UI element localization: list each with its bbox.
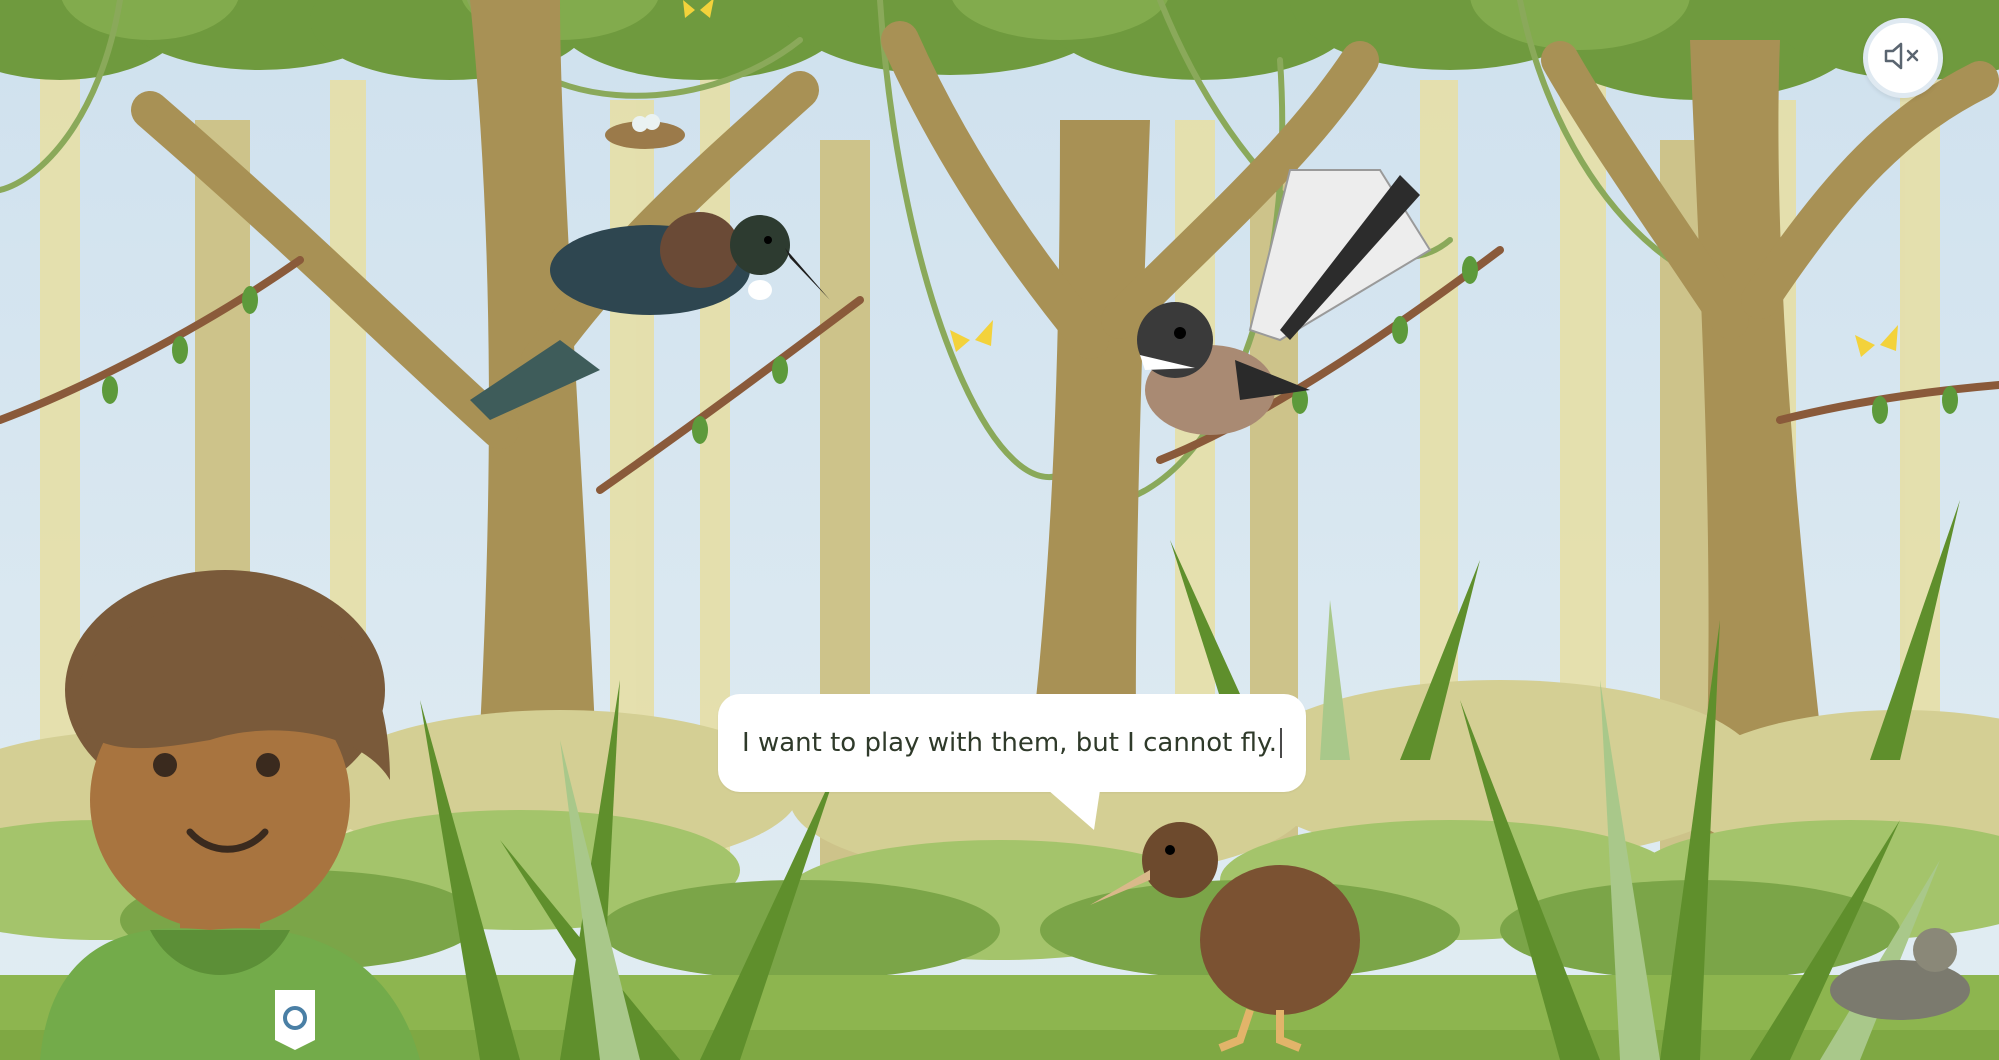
- speech-bubble-tail: [1048, 790, 1100, 830]
- speaker-muted-icon: [1883, 41, 1923, 75]
- forest-scene: I want to play with them, but I cannot f…: [0, 0, 1999, 1060]
- dialogue-text: I want to play with them, but I cannot f…: [742, 728, 1277, 758]
- ranger-character: [40, 570, 420, 1060]
- mute-button[interactable]: [1863, 18, 1943, 98]
- speech-bubble: I want to play with them, but I cannot f…: [718, 694, 1306, 792]
- text-cursor: [1279, 728, 1282, 758]
